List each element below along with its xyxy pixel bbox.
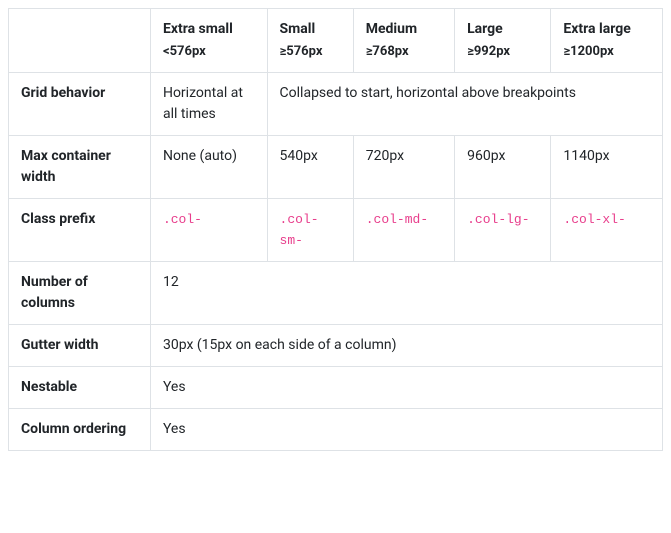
cell-value: 540px: [267, 135, 353, 198]
header-blank: [9, 9, 151, 73]
row-label: Gutter width: [9, 324, 151, 366]
cell-value: Yes: [150, 366, 662, 408]
header-label: Extra large: [563, 21, 630, 37]
row-label: Column ordering: [9, 408, 151, 450]
row-label: Number of columns: [9, 261, 151, 324]
cell-value: .col-sm-: [267, 198, 353, 261]
grid-options-table: Extra small <576px Small ≥576px Medium ≥…: [8, 8, 663, 451]
header-small: Small ≥576px: [267, 9, 353, 73]
header-extra-small: Extra small <576px: [150, 9, 267, 73]
header-condition: ≥576px: [280, 42, 341, 62]
row-nestable: Nestable Yes: [9, 366, 663, 408]
header-label: Medium: [366, 21, 417, 37]
cell-value: 30px (15px on each side of a column): [150, 324, 662, 366]
code-prefix: .col-md-: [366, 212, 428, 227]
row-grid-behavior: Grid behavior Horizontal at all times Co…: [9, 72, 663, 135]
header-label: Extra small: [163, 21, 233, 37]
code-prefix: .col-sm-: [280, 212, 319, 248]
header-label: Large: [467, 21, 503, 37]
code-prefix: .col-lg-: [467, 212, 529, 227]
header-extra-large: Extra large ≥1200px: [551, 9, 663, 73]
code-prefix: .col-xl-: [563, 212, 625, 227]
row-column-ordering: Column ordering Yes: [9, 408, 663, 450]
row-class-prefix: Class prefix .col- .col-sm- .col-md- .co…: [9, 198, 663, 261]
cell-value: Yes: [150, 408, 662, 450]
code-prefix: .col-: [163, 212, 202, 227]
header-large: Large ≥992px: [455, 9, 551, 73]
row-gutter-width: Gutter width 30px (15px on each side of …: [9, 324, 663, 366]
header-medium: Medium ≥768px: [353, 9, 454, 73]
cell-value: Collapsed to start, horizontal above bre…: [267, 72, 662, 135]
cell-value: .col-: [150, 198, 267, 261]
header-condition: <576px: [163, 42, 255, 62]
row-label: Nestable: [9, 366, 151, 408]
table-header-row: Extra small <576px Small ≥576px Medium ≥…: [9, 9, 663, 73]
cell-value: .col-md-: [353, 198, 454, 261]
cell-value: .col-lg-: [455, 198, 551, 261]
cell-value: Horizontal at all times: [150, 72, 267, 135]
cell-value: 960px: [455, 135, 551, 198]
cell-value: 12: [150, 261, 662, 324]
cell-value: None (auto): [150, 135, 267, 198]
header-condition: ≥1200px: [563, 42, 650, 62]
header-label: Small: [280, 21, 316, 37]
cell-value: 1140px: [551, 135, 663, 198]
row-label: Class prefix: [9, 198, 151, 261]
header-condition: ≥768px: [366, 42, 442, 62]
row-max-container-width: Max container width None (auto) 540px 72…: [9, 135, 663, 198]
row-number-of-columns: Number of columns 12: [9, 261, 663, 324]
header-condition: ≥992px: [467, 42, 538, 62]
cell-value: .col-xl-: [551, 198, 663, 261]
row-label: Max container width: [9, 135, 151, 198]
cell-value: 720px: [353, 135, 454, 198]
row-label: Grid behavior: [9, 72, 151, 135]
